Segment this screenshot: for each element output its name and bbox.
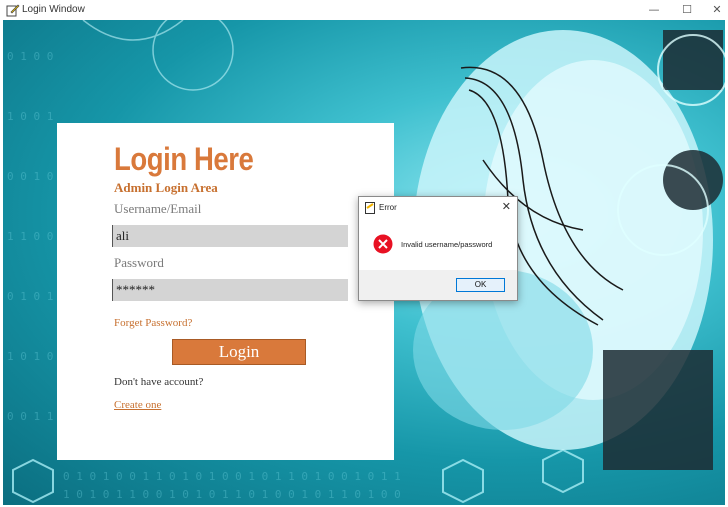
login-subtitle: Admin Login Area [114, 180, 218, 195]
forgot-password-link[interactable]: Forget Password? [114, 317, 192, 329]
window-titlebar: Login Window — ☐ ✕ [0, 0, 728, 20]
no-account-text: Don't have account? [114, 376, 204, 388]
svg-text:0 0 1 1: 0 0 1 1 [7, 410, 53, 423]
svg-text:1 0 1 0: 1 0 1 0 [7, 350, 53, 363]
svg-text:1 1 0 0: 1 1 0 0 [7, 230, 53, 243]
error-dialog: Error ✕ Invalid username/password OK [358, 196, 518, 301]
svg-text:0 0 1 0: 0 0 1 0 [7, 170, 53, 183]
error-icon [373, 234, 393, 254]
window-title: Login Window [22, 4, 85, 15]
ok-button[interactable]: OK [456, 278, 505, 292]
minimize-button[interactable]: — [645, 2, 663, 18]
dialog-footer: OK [359, 270, 517, 300]
username-label: Username/Email [114, 201, 202, 216]
dialog-close-button[interactable]: ✕ [502, 200, 511, 213]
error-message: Invalid username/password [401, 240, 493, 249]
svg-text:0 1 0 1 0 0 1 1 0 1 0 1 0 0 1: 0 1 0 1 0 0 1 1 0 1 0 1 0 0 1 0 1 1 0 1 … [63, 470, 401, 483]
svg-text:1 0 0 1: 1 0 0 1 [7, 110, 53, 123]
page-title: Login Here [114, 141, 254, 177]
login-button[interactable]: Login [172, 339, 306, 365]
create-account-link[interactable]: Create one [114, 399, 161, 411]
dialog-titlebar: Error ✕ [359, 197, 517, 219]
document-icon [365, 202, 375, 214]
password-label: Password [114, 255, 164, 270]
svg-text:1 0 1 0 1 1 0 0 1 0 1 0 1 1 0: 1 0 1 0 1 1 0 0 1 0 1 0 1 1 0 1 0 0 1 0 … [63, 488, 401, 501]
svg-text:0 1 0 1: 0 1 0 1 [7, 290, 53, 303]
login-panel: Login Here Admin Login Area Username/Ema… [57, 123, 394, 460]
maximize-button[interactable]: ☐ [678, 2, 696, 18]
dialog-body: Invalid username/password [359, 219, 517, 270]
dialog-title: Error [379, 203, 397, 212]
pen-icon [6, 4, 20, 17]
close-window-button[interactable]: ✕ [708, 2, 726, 18]
username-input[interactable]: ali [112, 225, 348, 247]
svg-text:0 1 0 0: 0 1 0 0 [7, 50, 53, 63]
password-input[interactable]: ****** [112, 279, 348, 301]
